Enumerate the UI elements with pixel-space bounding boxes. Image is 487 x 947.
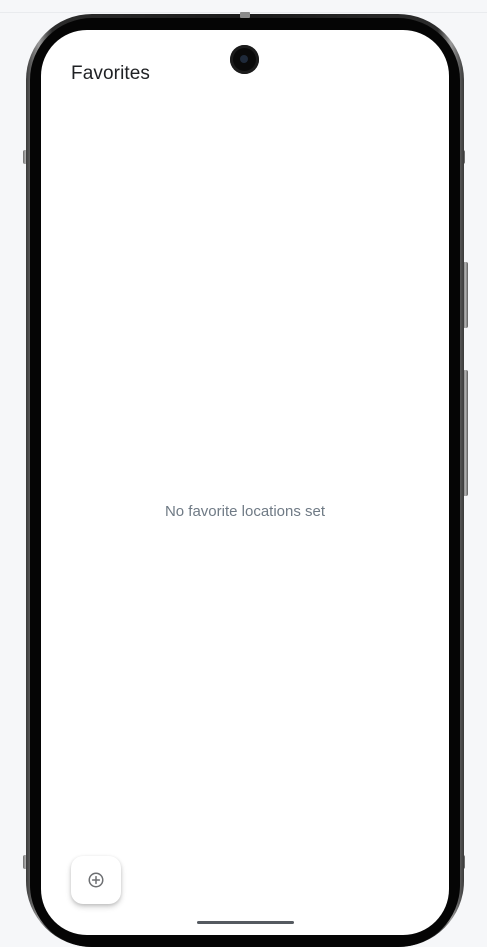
empty-state-message: No favorite locations set [164,503,326,520]
add-circle-icon [88,872,104,888]
page-title: Favorites [71,63,151,84]
phone-top-detail [240,12,250,18]
app-screen: Favorites No favorite locations set [41,30,449,935]
add-favorite-button[interactable] [71,856,121,904]
front-camera [230,45,259,74]
camera-lens [240,55,248,63]
home-indicator[interactable] [197,921,294,924]
